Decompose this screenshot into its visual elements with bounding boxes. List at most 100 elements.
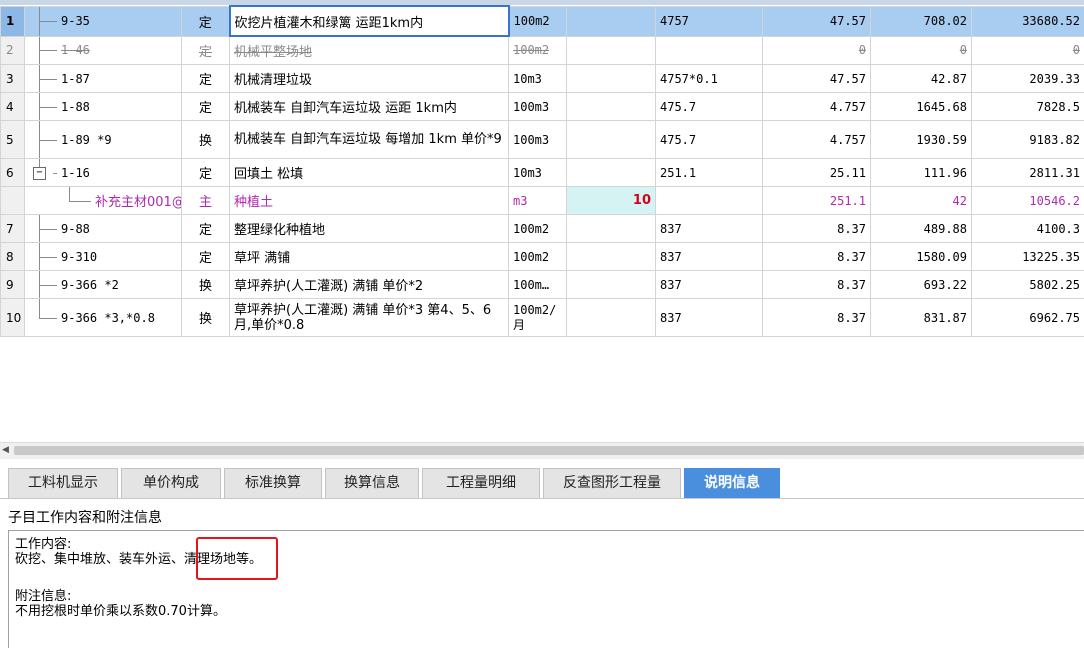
tab-conversion-info[interactable]: 换算信息 (325, 468, 419, 498)
price-cell: 831.87 (871, 299, 972, 337)
tab-reverse-lookup[interactable]: 反查图形工程量 (543, 468, 681, 498)
annotation-highlight-box (196, 537, 278, 580)
name-cell-editing[interactable]: 砍挖片植灌木和绿篱 运距1km内 (230, 6, 509, 36)
table-row[interactable]: 3 1-87 定 机械清理垃圾 10m3 4757*0.1 47.57 42.8… (1, 65, 1084, 93)
table-row[interactable]: 1 9-35 定 砍挖片植灌木和绿篱 运距1km内 100m2 4757 47.… (1, 6, 1084, 36)
price-cell: 1580.09 (871, 243, 972, 271)
name-cell[interactable]: 草坪养护(人工灌溉) 满铺 单价*2 (230, 271, 509, 299)
code-cell[interactable]: 1-89 *9 (25, 121, 182, 159)
qty-cell[interactable] (567, 271, 656, 299)
row-number: 10 (1, 299, 25, 337)
expr-cell[interactable] (656, 187, 763, 215)
table-row[interactable]: 10 9-366 *3,*0.8 换 草坪养护(人工灌溉) 满铺 单价*3 第4… (1, 299, 1084, 337)
budget-table: 1 9-35 定 砍挖片植灌木和绿篱 运距1km内 100m2 4757 47.… (0, 5, 1084, 337)
name-cell[interactable]: 机械清理垃圾 (230, 65, 509, 93)
name-cell[interactable]: 种植土 (230, 187, 509, 215)
tab-unit-price[interactable]: 单价构成 (121, 468, 221, 498)
table-row[interactable]: 8 9-310 定 草坪 满铺 100m2 837 8.37 1580.09 1… (1, 243, 1084, 271)
row-number (1, 187, 25, 215)
scrollbar-thumb[interactable] (14, 446, 1084, 455)
quantity-cell: 4.757 (763, 121, 871, 159)
tab-standard-conversion[interactable]: 标准换算 (224, 468, 322, 498)
total-cell: 7828.5 (972, 93, 1084, 121)
expr-cell[interactable]: 837 (656, 243, 763, 271)
type-cell: 定 (182, 93, 230, 121)
name-cell[interactable]: 整理绿化种植地 (230, 215, 509, 243)
price-cell: 489.88 (871, 215, 972, 243)
code-cell[interactable]: − 1-16 (25, 159, 182, 187)
code-cell[interactable]: 1-46 (25, 36, 182, 65)
name-cell[interactable]: 机械装车 自卸汽车运垃圾 运距 1km内 (230, 93, 509, 121)
total-cell: 2039.33 (972, 65, 1084, 93)
expr-cell[interactable]: 4757 (656, 6, 763, 36)
expr-cell[interactable] (656, 36, 763, 65)
qty-cell[interactable]: 10 (567, 187, 656, 215)
name-cell[interactable]: 机械平整场地 (230, 36, 509, 65)
code-cell[interactable]: 1-88 (25, 93, 182, 121)
panel-title: 子目工作内容和附注信息 (8, 507, 162, 527)
qty-cell[interactable] (567, 65, 656, 93)
expr-cell[interactable]: 475.7 (656, 93, 763, 121)
total-cell: 4100.3 (972, 215, 1084, 243)
expr-cell[interactable]: 475.7 (656, 121, 763, 159)
price-cell: 42.87 (871, 65, 972, 93)
row-number: 6 (1, 159, 25, 187)
expr-cell[interactable]: 251.1 (656, 159, 763, 187)
type-cell: 定 (182, 243, 230, 271)
table-row-material[interactable]: 补充主材001@1 主 种植土 m3 10 251.1 42 10546.2 (1, 187, 1084, 215)
table-row[interactable]: 6 −1-16 定 回填土 松填 10m3 251.1 25.11 111.96… (1, 159, 1084, 187)
quantity-cell: 8.37 (763, 215, 871, 243)
code-cell[interactable]: 9-310 (25, 243, 182, 271)
type-cell: 定 (182, 159, 230, 187)
price-cell: 1930.59 (871, 121, 972, 159)
qty-cell[interactable] (567, 215, 656, 243)
unit-cell: 100m2/月 (509, 299, 567, 337)
collapse-toggle-icon[interactable]: − (33, 167, 46, 180)
type-cell: 定 (182, 36, 230, 65)
table-row[interactable]: 4 1-88 定 机械装车 自卸汽车运垃圾 运距 1km内 100m3 475.… (1, 93, 1084, 121)
table-row[interactable]: 5 1-89 *9 换 机械装车 自卸汽车运垃圾 每增加 1km 单价*9 10… (1, 121, 1084, 159)
quantity-cell: 0 (763, 36, 871, 65)
quantity-cell: 47.57 (763, 65, 871, 93)
name-cell[interactable]: 草坪养护(人工灌溉) 满铺 单价*3 第4、5、6月,单价*0.8 (230, 299, 509, 337)
code-text: 1-16 (61, 166, 90, 180)
tab-material-machine[interactable]: 工料机显示 (8, 468, 118, 498)
expr-cell[interactable]: 837 (656, 215, 763, 243)
total-cell: 10546.2 (972, 187, 1084, 215)
type-cell: 换 (182, 299, 230, 337)
qty-cell[interactable] (567, 159, 656, 187)
tab-quantity-detail[interactable]: 工程量明细 (422, 468, 540, 498)
row-number: 4 (1, 93, 25, 121)
tab-description[interactable]: 说明信息 (684, 468, 780, 498)
code-cell[interactable]: 9-366 *2 (25, 271, 182, 299)
total-cell: 2811.31 (972, 159, 1084, 187)
table-row[interactable]: 7 9-88 定 整理绿化种植地 100m2 837 8.37 489.88 4… (1, 215, 1084, 243)
qty-cell[interactable] (567, 243, 656, 271)
table-row[interactable]: 2 1-46 定 机械平整场地 100m2 0 0 0 (1, 36, 1084, 65)
name-cell[interactable]: 机械装车 自卸汽车运垃圾 每增加 1km 单价*9 (230, 121, 509, 159)
qty-cell[interactable] (567, 36, 656, 65)
code-cell[interactable]: 9-35 (25, 6, 182, 36)
qty-cell[interactable] (567, 121, 656, 159)
qty-cell[interactable] (567, 6, 656, 36)
total-cell: 33680.52 (972, 6, 1084, 36)
table-row[interactable]: 9 9-366 *2 换 草坪养护(人工灌溉) 满铺 单价*2 100m… 83… (1, 271, 1084, 299)
expr-cell[interactable]: 4757*0.1 (656, 65, 763, 93)
code-cell[interactable]: 补充主材001@1 (25, 187, 182, 215)
scroll-left-icon[interactable]: ◀ (2, 445, 9, 455)
code-cell[interactable]: 9-366 *3,*0.8 (25, 299, 182, 337)
qty-cell[interactable] (567, 299, 656, 337)
unit-cell: m3 (509, 187, 567, 215)
code-cell[interactable]: 9-88 (25, 215, 182, 243)
type-cell: 换 (182, 121, 230, 159)
horizontal-scrollbar[interactable]: ◀ (0, 442, 1084, 459)
description-panel[interactable]: 工作内容: 砍挖、集中堆放、装车外运、清理场地等。 附注信息: 不用挖根时单价乘… (8, 530, 1084, 648)
unit-cell: 100m2 (509, 243, 567, 271)
name-cell[interactable]: 回填土 松填 (230, 159, 509, 187)
qty-cell[interactable] (567, 93, 656, 121)
name-cell[interactable]: 草坪 满铺 (230, 243, 509, 271)
expr-cell[interactable]: 837 (656, 271, 763, 299)
code-cell[interactable]: 1-87 (25, 65, 182, 93)
unit-cell: 100m2 (509, 6, 567, 36)
expr-cell[interactable]: 837 (656, 299, 763, 337)
